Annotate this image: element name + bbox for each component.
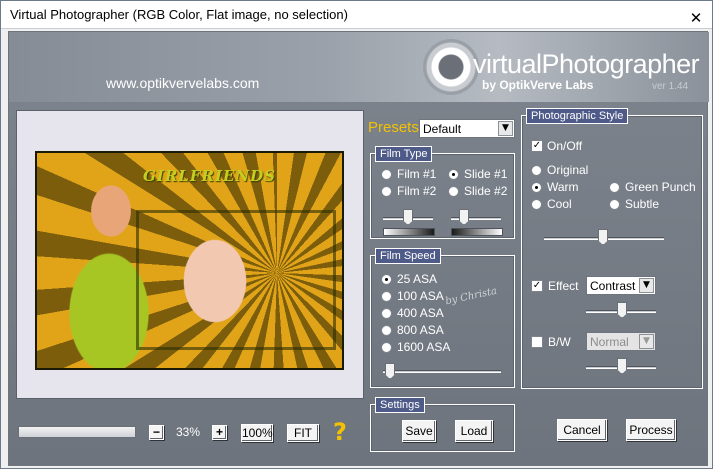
- film-2-label: Film #2: [397, 184, 437, 198]
- effect-label: Effect: [548, 279, 579, 293]
- slide-slider-thumb[interactable]: [459, 209, 469, 225]
- film-slider-thumb[interactable]: [403, 209, 413, 225]
- film-type-group: Film Type Film #1 Slide #1 Film #2 Slide…: [370, 146, 515, 239]
- image-title-text: GIRLFRIENDS: [143, 167, 276, 185]
- cool-label: Cool: [547, 197, 572, 211]
- asa-100-label: 100 ASA: [397, 289, 444, 303]
- radio-film-2[interactable]: [381, 186, 392, 197]
- presets-select[interactable]: Default ▼: [419, 119, 515, 138]
- preview-image: GIRLFRIENDS: [35, 151, 344, 370]
- zoom-in-button[interactable]: +: [212, 425, 227, 440]
- effect-slider-thumb[interactable]: [617, 302, 627, 318]
- load-button[interactable]: Load: [455, 420, 493, 442]
- onoff-label: On/Off: [547, 139, 583, 153]
- website-url[interactable]: www.optikvervelabs.com: [106, 75, 259, 91]
- presets-value: Default: [423, 122, 462, 136]
- photographic-style-title: Photographic Style: [526, 108, 629, 124]
- chevron-down-icon[interactable]: ▼: [498, 121, 513, 136]
- film-speed-slider-thumb[interactable]: [385, 363, 395, 379]
- asa-400-label: 400 ASA: [397, 306, 444, 320]
- asa-25-label: 25 ASA: [397, 272, 438, 286]
- radio-800-asa[interactable]: [381, 325, 392, 336]
- process-button[interactable]: Process: [626, 419, 676, 441]
- zoom-fit-button[interactable]: FIT: [287, 424, 319, 442]
- film-gradient-bar: [383, 228, 435, 236]
- watermark-signature: by Christa: [444, 285, 498, 308]
- image-frame: [136, 210, 336, 350]
- zoom-100-button[interactable]: 100%: [241, 424, 273, 442]
- version-label: ver 1.44: [652, 81, 689, 92]
- settings-group: Settings Save Load: [370, 397, 515, 452]
- window-title: Virtual Photographer (RGB Color, Flat im…: [10, 7, 348, 22]
- close-icon[interactable]: ✕: [687, 10, 705, 26]
- slide-gradient-bar: [451, 228, 503, 236]
- effect-checkbox[interactable]: ✓: [531, 280, 543, 292]
- bw-label: B/W: [548, 335, 571, 349]
- effect-value: Contrast: [590, 279, 636, 293]
- slide-slider-track: [451, 218, 501, 220]
- asa-1600-label: 1600 ASA: [397, 340, 451, 354]
- progress-bar: [18, 426, 136, 438]
- plugin-panel: www.optikvervelabs.com virtualPhotograph…: [8, 31, 709, 466]
- original-label: Original: [547, 163, 589, 177]
- presets-label: Presets: [368, 119, 419, 136]
- title-bar: Virtual Photographer (RGB Color, Flat im…: [1, 1, 712, 29]
- bw-select: Normal ▼: [586, 332, 656, 351]
- slide-1-label: Slide #1: [464, 167, 508, 181]
- effect-select[interactable]: Contrast ▼: [586, 276, 656, 295]
- warm-label: Warm: [547, 180, 579, 194]
- film-speed-slider-track: [383, 371, 501, 373]
- cancel-button[interactable]: Cancel: [557, 419, 607, 441]
- app-window: Virtual Photographer (RGB Color, Flat im…: [0, 0, 713, 469]
- chevron-down-icon: ▼: [639, 334, 654, 349]
- settings-title: Settings: [375, 397, 425, 413]
- radio-original[interactable]: [531, 165, 542, 176]
- film-1-label: Film #1: [397, 167, 437, 181]
- bw-value: Normal: [590, 335, 629, 349]
- radio-slide-2[interactable]: [448, 186, 459, 197]
- style-slider-thumb[interactable]: [598, 229, 608, 245]
- film-speed-group: Film Speed 25 ASA 100 ASA 400 ASA 800 AS…: [370, 248, 515, 388]
- chevron-down-icon[interactable]: ▼: [639, 278, 654, 293]
- radio-100-asa[interactable]: [381, 291, 392, 302]
- green-punch-label: Green Punch: [625, 180, 696, 194]
- zoom-out-button[interactable]: −: [149, 425, 164, 440]
- lens-logo-icon: [423, 39, 479, 95]
- radio-1600-asa[interactable]: [381, 342, 392, 353]
- subtle-label: Subtle: [625, 197, 660, 211]
- radio-warm[interactable]: [531, 182, 542, 193]
- bw-checkbox[interactable]: [531, 336, 543, 348]
- radio-film-1[interactable]: [381, 169, 392, 180]
- logo-subtitle: by OptikVerve Labs: [482, 78, 594, 92]
- save-button[interactable]: Save: [402, 420, 436, 442]
- help-icon[interactable]: ?: [333, 418, 347, 446]
- radio-subtle[interactable]: [609, 199, 620, 210]
- radio-slide-1[interactable]: [448, 169, 459, 180]
- slide-2-label: Slide #2: [464, 184, 508, 198]
- logo-name: virtualPhotographer: [473, 49, 700, 79]
- photographic-style-group: Photographic Style ✓ On/Off Original War…: [521, 108, 703, 389]
- asa-800-label: 800 ASA: [397, 323, 444, 337]
- film-type-title: Film Type: [375, 146, 433, 162]
- zoom-value: 33%: [176, 425, 201, 439]
- onoff-checkbox[interactable]: ✓: [531, 140, 543, 152]
- radio-25-asa[interactable]: [381, 274, 392, 285]
- preview-area[interactable]: GIRLFRIENDS: [16, 110, 364, 399]
- radio-green-punch[interactable]: [609, 182, 620, 193]
- radio-cool[interactable]: [531, 199, 542, 210]
- bw-slider-thumb[interactable]: [617, 358, 627, 374]
- radio-400-asa[interactable]: [381, 308, 392, 319]
- film-speed-title: Film Speed: [375, 248, 441, 264]
